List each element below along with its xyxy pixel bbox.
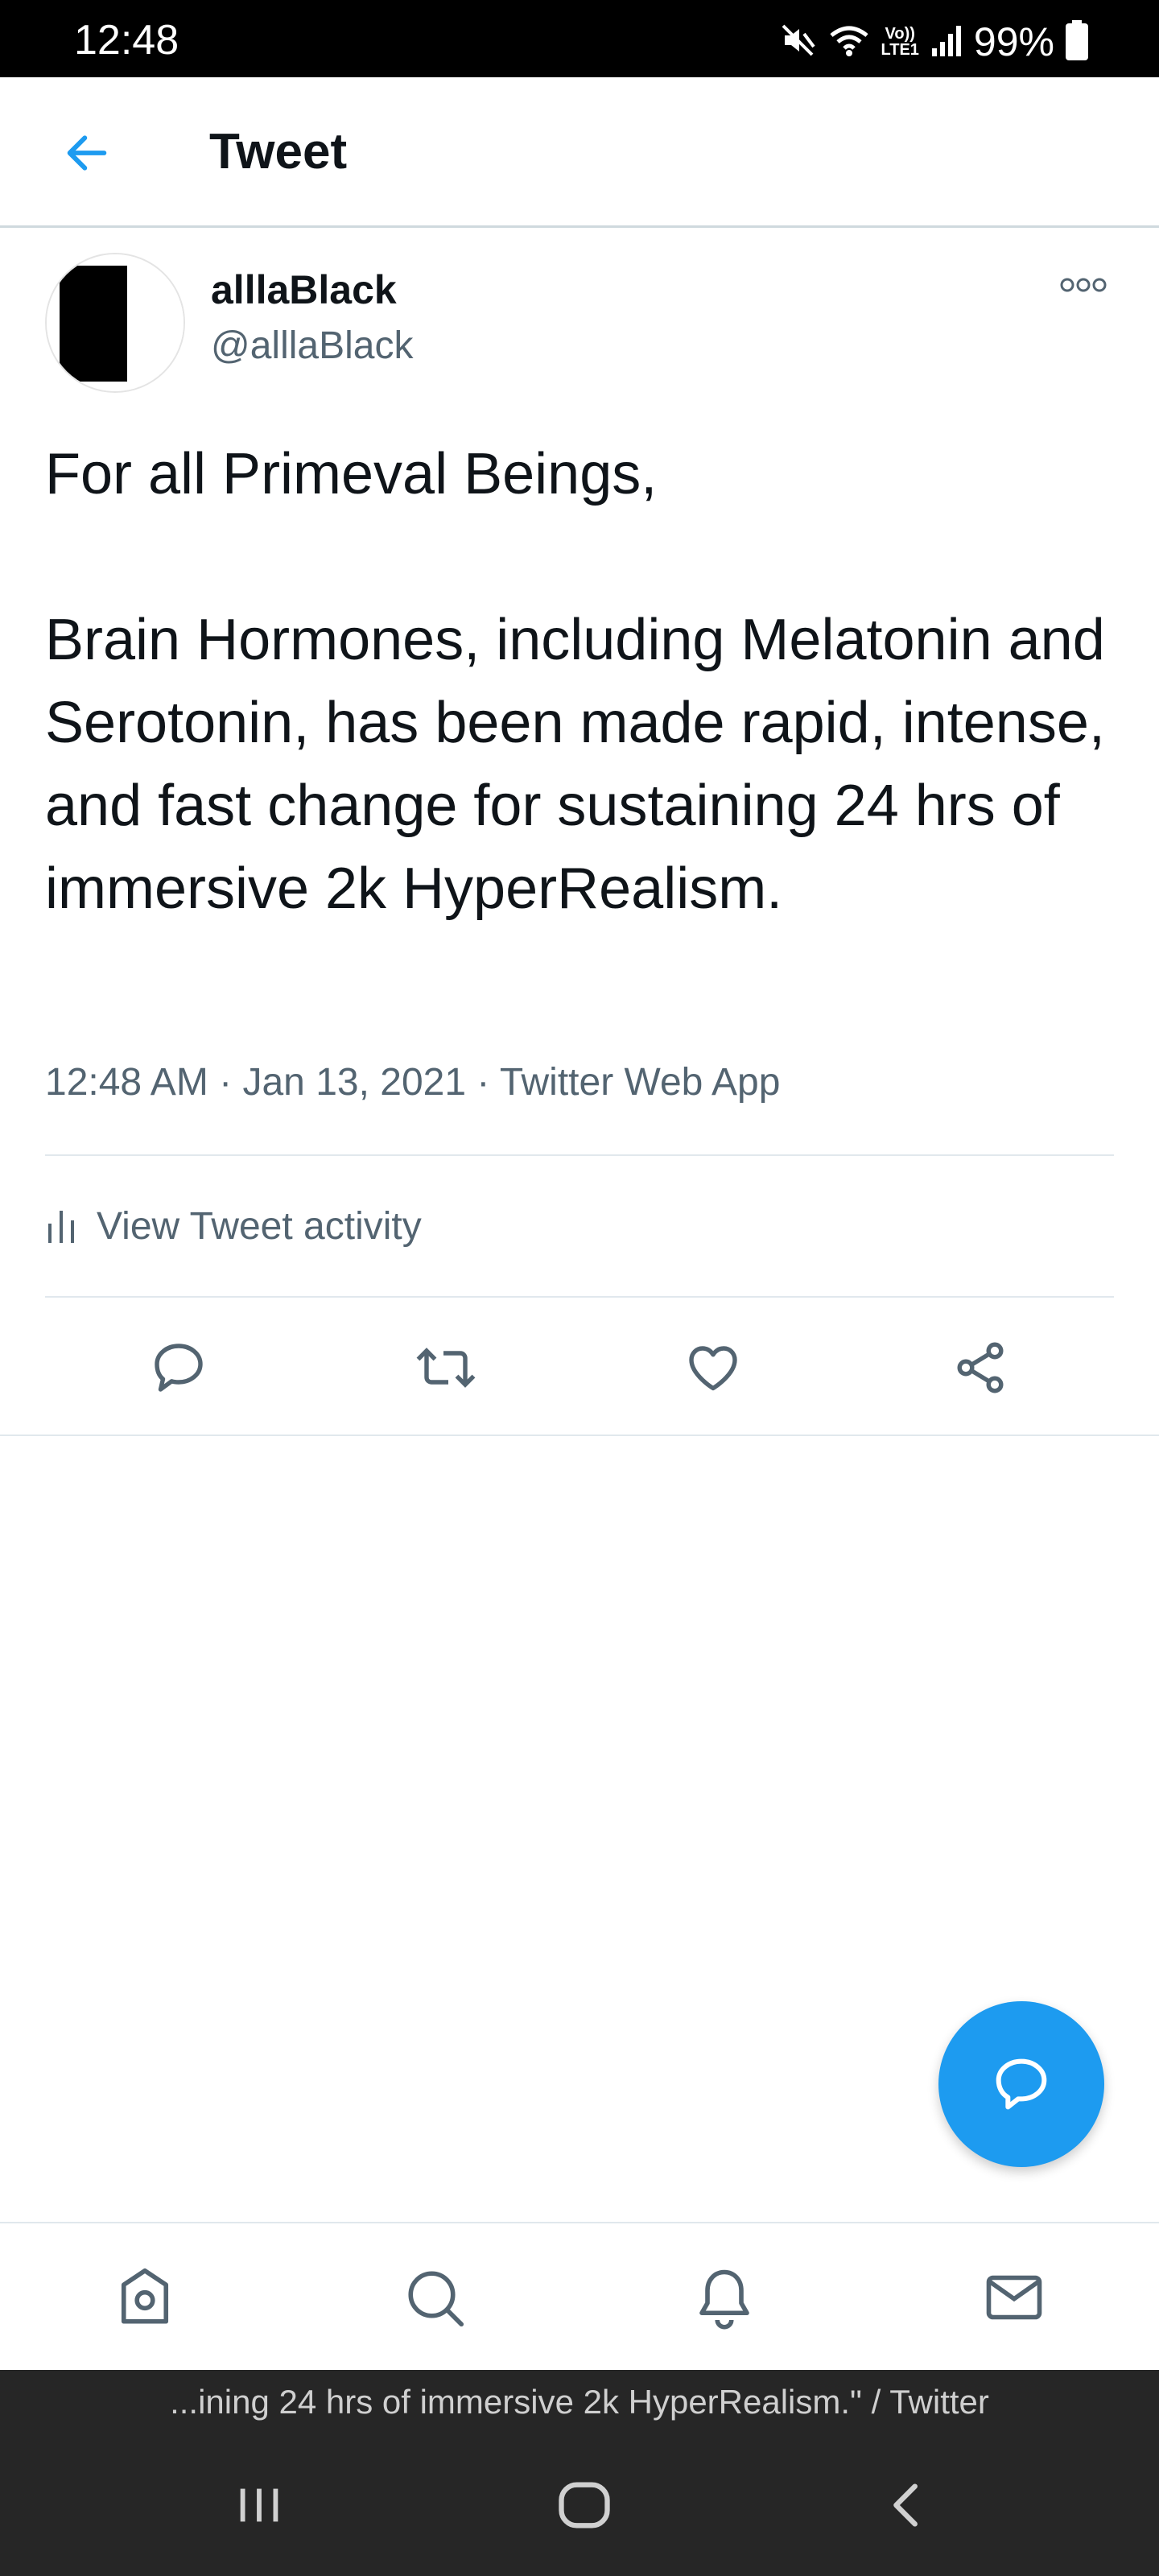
top-app-bar: Tweet — [0, 77, 1159, 228]
back-arrow-icon — [67, 135, 107, 171]
more-options-icon — [1060, 278, 1107, 292]
nav-messages[interactable] — [942, 2223, 1087, 2372]
signal-icon — [930, 23, 963, 62]
system-back-button[interactable] — [852, 2449, 964, 2562]
nav-home[interactable] — [72, 2223, 217, 2372]
reply-icon — [155, 1344, 203, 1392]
display-name[interactable]: alllaBlack — [211, 266, 397, 314]
analytics-icon — [48, 1211, 74, 1243]
battery-percent: 99% — [973, 19, 1054, 64]
home-button[interactable] — [528, 2449, 641, 2562]
home-button-icon — [559, 2482, 610, 2529]
lte-indicator: Vo)) LTE1 — [881, 26, 919, 58]
activity-label: View Tweet activity — [97, 1205, 422, 1248]
recent-apps-button[interactable] — [203, 2449, 316, 2562]
more-options-button[interactable] — [1054, 269, 1112, 301]
tweet-text: For all Primeval Beings, Brain Hormones,… — [45, 442, 1105, 921]
recent-apps-icon — [240, 2488, 278, 2522]
user-handle[interactable]: @alllaBlack — [211, 322, 413, 370]
divider — [0, 1435, 1159, 1436]
nav-notifications[interactable] — [652, 2223, 797, 2372]
like-button[interactable] — [665, 1323, 761, 1412]
avatar-image — [47, 254, 184, 391]
like-icon — [689, 1346, 737, 1391]
tweet-metadata: 12:48 AM · Jan 13, 2021 · Twitter Web Ap… — [45, 1061, 781, 1104]
bottom-navigation — [0, 2222, 1159, 2372]
view-tweet-activity-link[interactable]: View Tweet activity — [45, 1187, 422, 1267]
back-button[interactable] — [48, 114, 126, 192]
mute-icon — [778, 21, 817, 64]
search-icon — [408, 2271, 464, 2327]
share-button[interactable] — [932, 1323, 1029, 1412]
home-icon — [121, 2268, 169, 2324]
notifications-icon — [699, 2269, 749, 2330]
page-title: Tweet — [209, 124, 348, 180]
lte-top-label: Vo)) — [885, 25, 915, 43]
status-icons: Vo)) LTE1 99% — [778, 19, 1088, 64]
browser-title-bar[interactable]: ...ining 24 hrs of immersive 2k HyperRea… — [0, 2370, 1159, 2434]
nav-search[interactable] — [362, 2223, 507, 2372]
battery-icon — [1066, 19, 1088, 64]
status-time: 12:48 — [74, 17, 179, 64]
retweet-icon — [416, 1348, 476, 1388]
lte-bottom-label: LTE1 — [881, 41, 919, 59]
divider — [45, 1154, 1114, 1156]
messages-icon — [986, 2275, 1042, 2320]
compose-reply-button[interactable] — [938, 2001, 1104, 2167]
retweet-button[interactable] — [398, 1323, 494, 1412]
status-bar: 12:48 Vo)) LTE1 99% — [0, 0, 1159, 77]
back-icon — [893, 2483, 918, 2527]
reply-button[interactable] — [130, 1323, 227, 1412]
share-icon — [957, 1342, 1004, 1393]
wifi-icon — [828, 21, 870, 64]
avatar[interactable] — [45, 253, 185, 393]
system-navigation-bar — [0, 2434, 1159, 2576]
divider — [45, 1296, 1114, 1298]
compose-reply-icon — [996, 2058, 1047, 2110]
